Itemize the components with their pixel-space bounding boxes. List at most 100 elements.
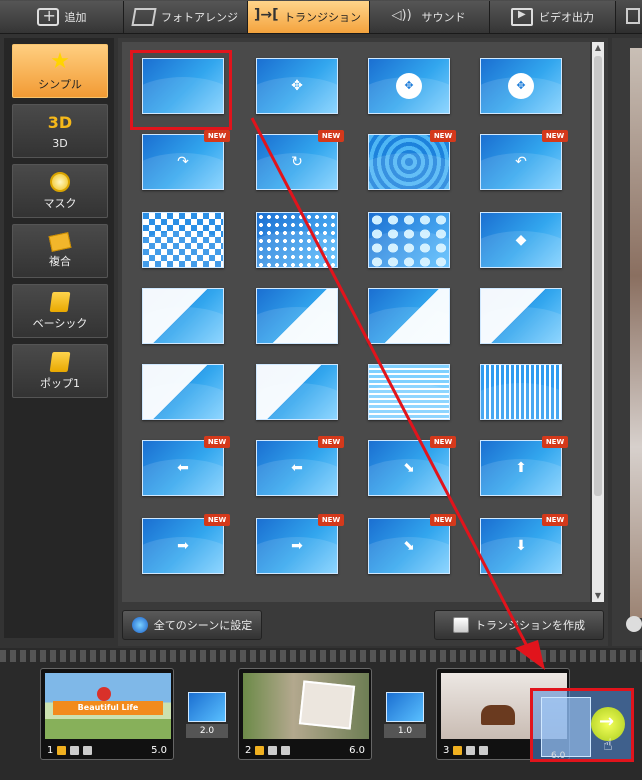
preview-play-icon[interactable]: [626, 616, 642, 632]
timeline-clip[interactable]: Beautiful Life 1 5.0: [40, 668, 174, 760]
new-badge: NEW: [204, 514, 230, 526]
new-badge: NEW: [204, 436, 230, 448]
timeline-transition[interactable]: 1.0: [384, 692, 426, 744]
new-badge: NEW: [204, 130, 230, 142]
window-menu-icon[interactable]: [626, 8, 640, 24]
main-tab-bar: 追加 フォトアレンジ トランジション サウンド ビデオ出力: [0, 0, 642, 34]
clip-thumbnail: [243, 673, 369, 739]
transition-thumb[interactable]: ✥: [368, 58, 450, 114]
category-label: シンプル: [38, 77, 82, 91]
category-label: 複合: [49, 254, 71, 268]
transition-thumb[interactable]: [256, 288, 338, 344]
transition-thumb[interactable]: [368, 212, 450, 268]
transition-thumb[interactable]: [256, 364, 338, 420]
transition-thumb[interactable]: ⬅: [142, 440, 224, 496]
scroll-icon: [49, 351, 71, 372]
tab-photo-arrange[interactable]: フォトアレンジ: [124, 1, 248, 33]
transition-drop-target[interactable]: ☝ 6.0: [530, 688, 634, 762]
button-label: トランジションを作成: [475, 619, 585, 632]
new-badge: NEW: [542, 436, 568, 448]
tab-video-output[interactable]: ビデオ出力: [490, 1, 616, 33]
tab-sound[interactable]: サウンド: [370, 1, 490, 33]
center-arrows-icon: ✥: [291, 78, 303, 94]
filmstrip-border: [0, 650, 642, 662]
transition-grid: ✥ ✥ ✥ ↷ NEW ↻ NEW NEW ↶ NEW ◆ ⬅ NEW ⬅ NEW ⬊ NEW ⬆ NEW ➡ NEW ➡…: [122, 42, 590, 602]
transition-thumb[interactable]: ⬅: [256, 440, 338, 496]
transition-thumb[interactable]: [142, 288, 224, 344]
category-combo[interactable]: 複合: [12, 224, 108, 278]
create-transition-button[interactable]: トランジションを作成: [434, 610, 604, 640]
zoom-icon[interactable]: [70, 745, 80, 755]
transition-thumb[interactable]: ➡: [256, 518, 338, 574]
scroll-down-icon[interactable]: ▼: [592, 590, 604, 602]
transition-thumb[interactable]: ⬊: [368, 440, 450, 496]
clip-duration: 5.0: [151, 744, 167, 756]
clip-index: 1: [47, 744, 54, 756]
timeline-clip[interactable]: 2 6.0: [238, 668, 372, 760]
timeline-transition[interactable]: 2.0: [186, 692, 228, 744]
transition-thumbnail: [188, 692, 226, 722]
edit-icon[interactable]: [255, 745, 265, 755]
transition-duration: 2.0: [186, 724, 228, 738]
transition-thumb[interactable]: ↷: [142, 134, 224, 190]
category-3d[interactable]: 3D 3D: [12, 104, 108, 158]
mask-icon: [50, 171, 70, 192]
sound-icon[interactable]: [479, 745, 489, 755]
add-icon: [36, 6, 59, 26]
arrow-left-icon: ⬅: [291, 460, 303, 476]
tab-transition[interactable]: トランジション: [248, 1, 370, 33]
category-mask[interactable]: マスク: [12, 164, 108, 218]
transition-thumb[interactable]: ✥: [480, 58, 562, 114]
transition-thumb[interactable]: [368, 288, 450, 344]
category-basic[interactable]: ベーシック: [12, 284, 108, 338]
new-badge: NEW: [318, 436, 344, 448]
sound-icon: [392, 8, 416, 26]
clip-index: 2: [245, 744, 252, 756]
scroll-thumb[interactable]: [594, 56, 602, 496]
page-curl-icon: ↷: [177, 154, 189, 170]
tab-add[interactable]: 追加: [0, 1, 124, 33]
zoom-icon[interactable]: [268, 745, 278, 755]
transition-thumb[interactable]: ➡: [142, 518, 224, 574]
transition-thumb[interactable]: [368, 364, 450, 420]
arrow-down-right-icon: ⬊: [403, 538, 415, 554]
transition-thumb[interactable]: ⬊: [368, 518, 450, 574]
arrow-right-icon: ➡: [291, 538, 303, 554]
preview-panel: [612, 38, 642, 646]
transition-thumb[interactable]: [142, 364, 224, 420]
new-document-icon: [453, 617, 469, 633]
edit-icon[interactable]: [453, 745, 463, 755]
category-pop1[interactable]: ポップ1: [12, 344, 108, 398]
apply-all-scenes-button[interactable]: 全てのシーンに設定: [122, 610, 262, 640]
new-badge: NEW: [430, 130, 456, 142]
tab-label: サウンド: [421, 11, 466, 24]
new-badge: NEW: [542, 130, 568, 142]
transition-thumb[interactable]: [480, 364, 562, 420]
transition-thumb[interactable]: [256, 212, 338, 268]
combo-icon: [48, 231, 72, 252]
transition-thumb[interactable]: [142, 212, 224, 268]
preview-image: [630, 48, 642, 618]
scroll-up-icon[interactable]: ▲: [592, 42, 604, 54]
category-simple[interactable]: ★ シンプル: [12, 44, 108, 98]
3d-icon: 3D: [47, 113, 73, 132]
star-icon: ★: [50, 48, 70, 74]
tab-label: フォトアレンジ: [161, 11, 238, 24]
grid-scrollbar[interactable]: ▲ ▼: [592, 42, 604, 602]
sound-icon[interactable]: [281, 745, 291, 755]
transition-thumb[interactable]: ◆: [480, 212, 562, 268]
transition-thumb[interactable]: ✥: [256, 58, 338, 114]
sound-icon[interactable]: [83, 745, 93, 755]
new-badge: NEW: [542, 514, 568, 526]
transition-thumb[interactable]: [368, 134, 450, 190]
transition-thumb[interactable]: ⬇: [480, 518, 562, 574]
transition-thumb[interactable]: ↻: [256, 134, 338, 190]
transition-thumb[interactable]: [480, 288, 562, 344]
transition-thumb[interactable]: ↶: [480, 134, 562, 190]
transition-thumb[interactable]: ⬆: [480, 440, 562, 496]
video-output-icon: [511, 8, 533, 26]
new-badge: NEW: [430, 436, 456, 448]
split-cross-icon: ↻: [291, 154, 303, 170]
edit-icon[interactable]: [57, 745, 67, 755]
zoom-icon[interactable]: [466, 745, 476, 755]
